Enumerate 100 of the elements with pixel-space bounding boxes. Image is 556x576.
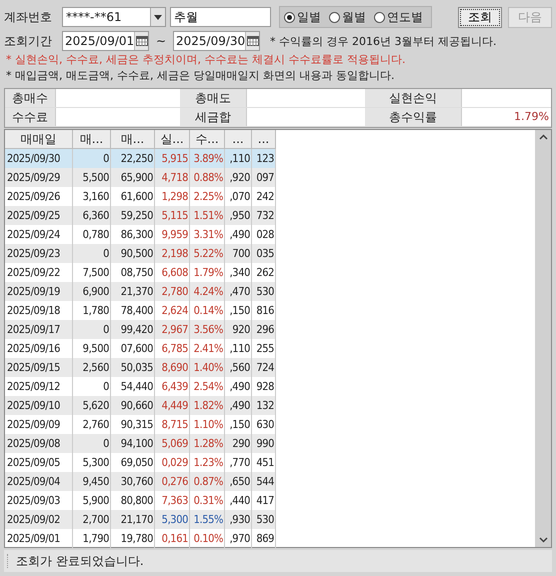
end-date-field[interactable]: 2025/09/30 (173, 31, 260, 51)
scroll-down-icon[interactable] (538, 537, 548, 543)
table-cell: 3.89% (190, 149, 225, 168)
range-separator: ~ (154, 34, 168, 48)
column-header[interactable]: 실... (155, 130, 190, 149)
column-header[interactable]: 매매일 (5, 130, 73, 149)
table-row[interactable]: 2025/09/02 2,700 21,170 5,300 1.55% ,930 530 (5, 510, 535, 529)
table-cell: 1.55% (190, 510, 225, 529)
table-cell: 123 (252, 149, 276, 168)
period-radio[interactable]: 월별 (329, 8, 366, 26)
start-date-field[interactable]: 2025/09/01 (62, 31, 149, 51)
table-cell: 59,250 (111, 206, 155, 225)
account-dropdown[interactable]: ****-**61 (62, 7, 166, 27)
table-cell: 50,035 (111, 358, 155, 377)
account-name-field[interactable]: 추월 (170, 7, 271, 27)
table-cell: 8,690 (155, 358, 190, 377)
table-cell: 2025/09/30 (5, 149, 73, 168)
table-cell: 0,276 (155, 472, 190, 491)
table-cell: 1.82% (190, 396, 225, 415)
vertical-scrollbar[interactable] (535, 130, 551, 547)
account-label: 계좌번호 (4, 8, 53, 26)
table-cell: 1.51% (190, 206, 225, 225)
table-cell: 132 (252, 396, 276, 415)
table-row[interactable]: 2025/09/17 0 99,420 2,967 3.56% 920 296 (5, 320, 535, 339)
period-radio[interactable]: 일별 (284, 8, 321, 26)
table-cell: 30,760 (111, 472, 155, 491)
table-cell: 544 (252, 472, 276, 491)
column-header[interactable]: ... (225, 130, 252, 149)
table-row[interactable]: 2025/09/15 2,560 50,035 8,690 1.40% ,560 724 (5, 358, 535, 377)
table-cell: 869 (252, 529, 276, 548)
table-cell: 21,370 (111, 282, 155, 301)
table-cell: 530 (252, 510, 276, 529)
search-button[interactable]: 조회 (458, 6, 502, 28)
status-text: 조회가 완료되었습니다. (16, 552, 144, 570)
table-cell: 732 (252, 206, 276, 225)
table-cell: ,650 (225, 472, 252, 491)
table-cell: 2,560 (73, 358, 111, 377)
table-cell: 290 (225, 434, 252, 453)
summary-label: 수수료 (5, 108, 56, 126)
table-cell: 5,500 (73, 168, 111, 187)
table-cell: 0 (73, 434, 111, 453)
table-row[interactable]: 2025/09/04 9,450 30,760 0,276 0.87% ,650 544 (5, 472, 535, 491)
table-cell: 2025/09/02 (5, 510, 73, 529)
table-cell: 1,790 (73, 529, 111, 548)
table-cell: 99,420 (111, 320, 155, 339)
table-cell: ,560 (225, 358, 252, 377)
table-cell: 3.56% (190, 320, 225, 339)
table-cell: 4,449 (155, 396, 190, 415)
table-cell: 6,900 (73, 282, 111, 301)
summary-label: 총매수 (5, 89, 56, 107)
table-cell: 0.87% (190, 472, 225, 491)
table-cell: ,490 (225, 396, 252, 415)
table-row[interactable]: 2025/09/29 5,500 65,900 4,718 0.88% ,920 097 (5, 168, 535, 187)
table-cell: 2025/09/17 (5, 320, 73, 339)
summary-label: 실현손익 (365, 89, 462, 107)
table-row[interactable]: 2025/09/08 0 94,100 5,069 1.28% 290 990 (5, 434, 535, 453)
table-cell: 0 (73, 244, 111, 263)
table-cell: 1.28% (190, 434, 225, 453)
calendar-icon (136, 36, 148, 46)
summary-label: 세금합 (180, 108, 247, 126)
table-row[interactable]: 2025/09/10 5,620 90,660 4,449 1.82% ,490 132 (5, 396, 535, 415)
column-header[interactable]: 수... (190, 130, 225, 149)
scroll-up-icon[interactable] (538, 134, 548, 140)
table-cell: 5.22% (190, 244, 225, 263)
table-cell: 90,660 (111, 396, 155, 415)
table-cell: 4,718 (155, 168, 190, 187)
table-cell: 2025/09/04 (5, 472, 73, 491)
table-row[interactable]: 2025/09/30 0 22,250 5,915 3.89% ,110 123 (5, 149, 535, 168)
table-cell: 2025/09/23 (5, 244, 73, 263)
column-header[interactable]: 매... (73, 130, 111, 149)
table-cell: 0.10% (190, 529, 225, 548)
table-cell: 5,115 (155, 206, 190, 225)
table-cell: 21,170 (111, 510, 155, 529)
table-cell: 2025/09/15 (5, 358, 73, 377)
summary-value: 1.79% (513, 109, 550, 125)
notice-text: * 실현손익, 수수료, 세금은 추정치이며, 수수료는 체결시 수수료률로 적용됩니다. (5, 52, 406, 68)
table-row[interactable]: 2025/09/19 6,900 21,370 2,780 4.24% ,470 530 (5, 282, 535, 301)
period-radio[interactable]: 연도별 (374, 8, 423, 26)
table-cell: 2025/09/19 (5, 282, 73, 301)
table-cell: 097 (252, 168, 276, 187)
table-cell: 0.88% (190, 168, 225, 187)
table-cell: 2025/09/01 (5, 529, 73, 548)
table-cell: 65,900 (111, 168, 155, 187)
table-cell: 2025/09/08 (5, 434, 73, 453)
column-header[interactable]: ... (252, 130, 276, 149)
table-cell: 90,500 (111, 244, 155, 263)
table-cell: 5,620 (73, 396, 111, 415)
table-cell: 5,069 (155, 434, 190, 453)
table-cell: 2,780 (155, 282, 190, 301)
table-cell: 2,700 (73, 510, 111, 529)
summary-label: 총매도 (180, 89, 247, 107)
table-cell: 296 (252, 320, 276, 339)
column-header[interactable]: 매... (111, 130, 155, 149)
calendar-icon (246, 36, 259, 46)
table-row[interactable]: 2025/09/01 1,790 19,780 0,161 0.10% ,970 869 (5, 529, 535, 548)
table-row[interactable]: 2025/09/23 0 90,500 2,198 5.22% 700 035 (5, 244, 535, 263)
dropdown-icon (154, 14, 162, 20)
table-row[interactable]: 2025/09/25 6,360 59,250 5,115 1.51% ,950 732 (5, 206, 535, 225)
table-cell: 6,360 (73, 206, 111, 225)
table-cell: 4.24% (190, 282, 225, 301)
